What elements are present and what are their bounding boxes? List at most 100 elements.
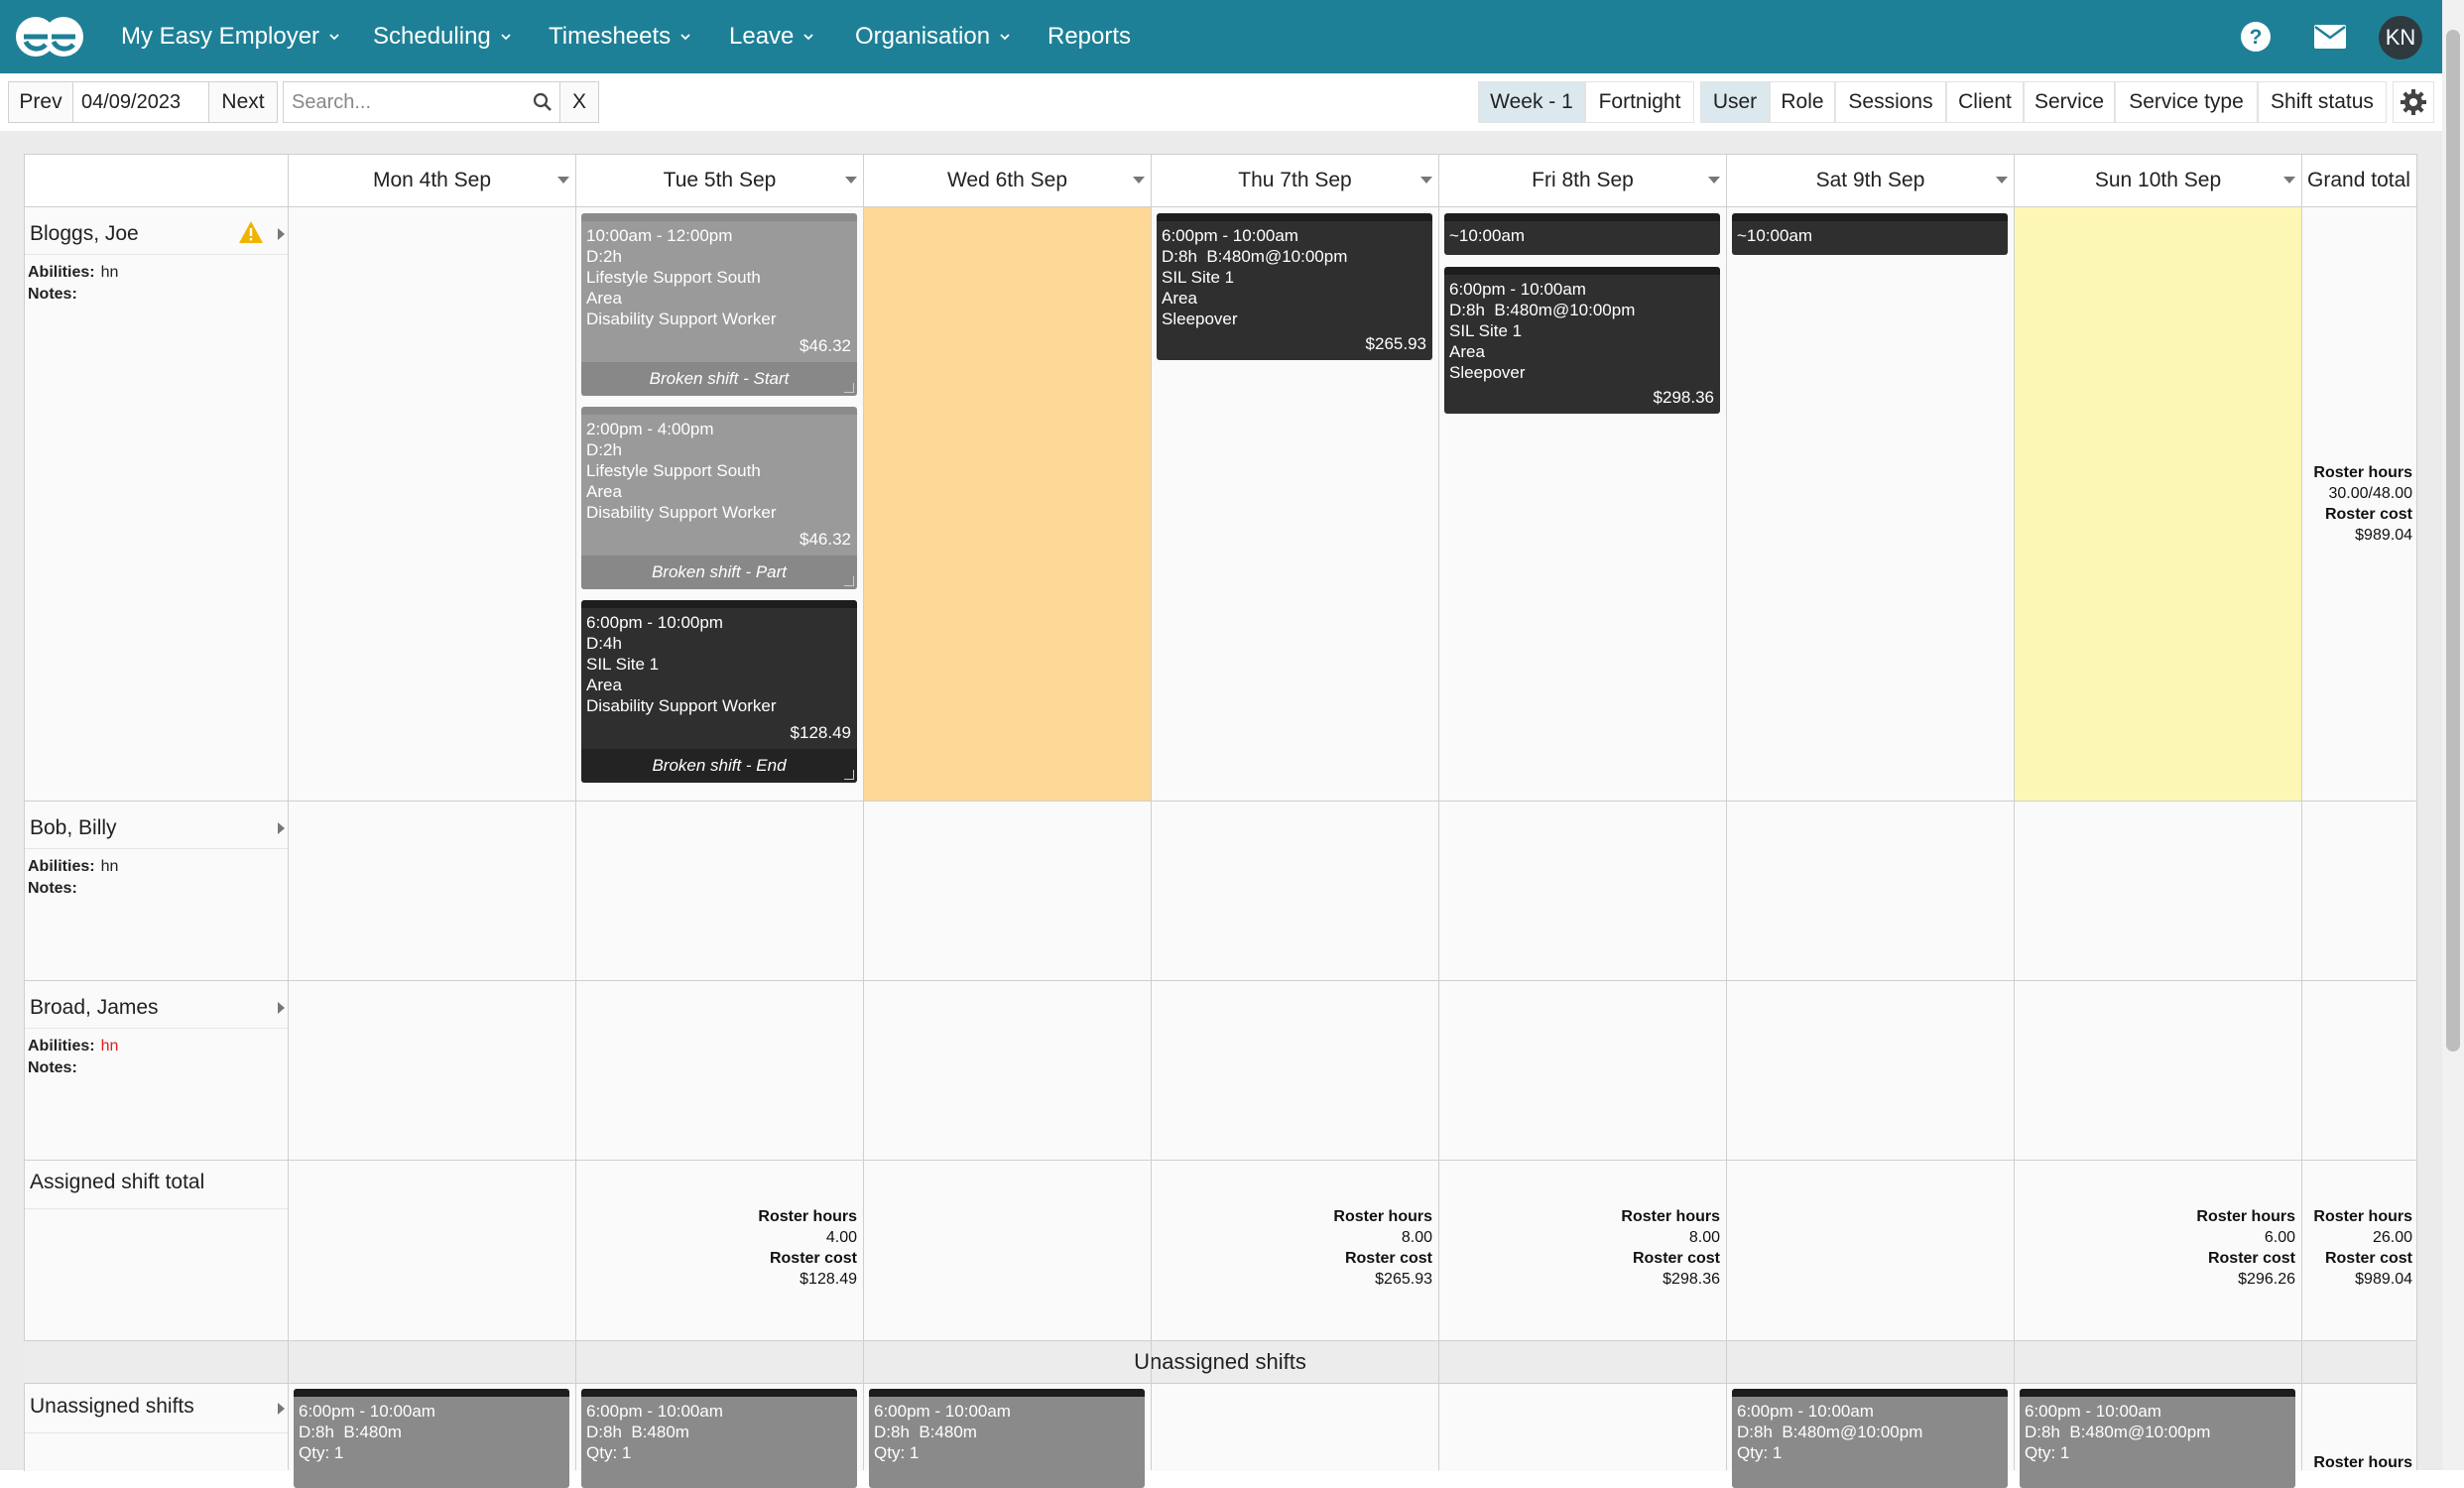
day-header[interactable]: Wed 6th Sep: [864, 155, 1151, 206]
resize-handle[interactable]: [844, 770, 854, 780]
shift-card[interactable]: ~10:00am: [1732, 213, 2008, 255]
prev-button[interactable]: Prev: [8, 81, 73, 123]
shift-card[interactable]: 10:00am - 12:00pm D:2h Lifestyle Support…: [581, 213, 857, 396]
unassigned-shifts-label: Unassigned shifts: [30, 1395, 194, 1418]
roster-hours-value: 30.00/48.00: [2328, 485, 2412, 502]
group-service-type-button[interactable]: Service type: [2115, 81, 2258, 123]
shift-card[interactable]: 6:00pm - 10:00am D:8h B:480m@10:00pm SIL…: [1444, 267, 1720, 414]
row-divider: [24, 801, 2416, 802]
user-name[interactable]: Bloggs, Joe: [30, 222, 139, 246]
column-divider: [863, 155, 864, 1470]
shift-details: ~10:00am: [1737, 226, 1813, 245]
column-divider: [2301, 155, 2302, 1470]
shift-cost: $265.93: [1365, 334, 1426, 353]
scrollbar-thumb[interactable]: [2446, 30, 2460, 1052]
day-header[interactable]: Sat 9th Sep: [1727, 155, 2014, 206]
nav-organisation[interactable]: Organisation: [855, 0, 1010, 73]
warning-icon[interactable]: [238, 220, 264, 249]
shift-details: 6:00pm - 10:00am D:8h B:480m@10:00pm Qty…: [2025, 1402, 2211, 1462]
dropdown-arrow-icon[interactable]: [1996, 177, 2008, 184]
group-client-button[interactable]: Client: [1946, 81, 2024, 123]
group-user-button[interactable]: User: [1700, 81, 1770, 123]
dropdown-arrow-icon[interactable]: [845, 177, 857, 184]
clear-search-button[interactable]: X: [559, 81, 599, 123]
roster-cost-label: Roster cost: [769, 1250, 857, 1267]
shift-card[interactable]: 6:00pm - 10:00am D:8h B:480m@10:00pm SIL…: [1157, 213, 1432, 360]
dropdown-arrow-icon[interactable]: [557, 177, 569, 184]
shift-details: 6:00pm - 10:00am D:8h B:480m Qty: 1: [299, 1402, 435, 1462]
mail-icon[interactable]: [2311, 0, 2349, 73]
nav-timesheets[interactable]: Timesheets: [549, 0, 690, 73]
row-divider: [24, 1160, 2416, 1161]
group-sessions-button[interactable]: Sessions: [1835, 81, 1946, 123]
abilities-caption: Abilities:: [28, 858, 95, 875]
abilities-value: hn: [100, 264, 119, 281]
nav-leave[interactable]: Leave: [729, 0, 814, 73]
expand-arrow-icon[interactable]: [278, 228, 285, 240]
user-avatar[interactable]: KN: [2379, 16, 2422, 60]
unassigned-shift-card[interactable]: 6:00pm - 10:00am D:8h B:480m@10:00pm Qty…: [2020, 1389, 2295, 1488]
date-input[interactable]: 04/09/2023: [72, 81, 209, 123]
unassigned-shift-card[interactable]: 6:00pm - 10:00am D:8h B:480m Qty: 1: [581, 1389, 857, 1488]
roster-hours-label: Roster hours: [2313, 1208, 2412, 1225]
unassigned-shift-card[interactable]: 6:00pm - 10:00am D:8h B:480m Qty: 1: [294, 1389, 569, 1488]
expand-arrow-icon[interactable]: [278, 822, 285, 834]
name-underline: [25, 1208, 288, 1209]
nav-reports[interactable]: Reports: [1047, 0, 1131, 73]
dropdown-arrow-icon[interactable]: [1420, 177, 1432, 184]
day-header[interactable]: Thu 7th Sep: [1152, 155, 1438, 206]
day-header[interactable]: Fri 8th Sep: [1439, 155, 1726, 206]
roster-hours-label: Roster hours: [2313, 464, 2412, 481]
next-button[interactable]: Next: [208, 81, 278, 123]
broken-shift-label: Broken shift - End: [581, 749, 857, 783]
abilities-label: Abilities: hn: [28, 1038, 118, 1055]
user-name[interactable]: Broad, James: [30, 996, 159, 1020]
broken-shift-label: Broken shift - Start: [581, 362, 857, 396]
assigned-total: Roster hours 8.00 Roster cost $265.93: [1153, 1206, 1432, 1290]
shift-card[interactable]: 6:00pm - 10:00pm D:4h SIL Site 1 Area Di…: [581, 600, 857, 783]
shift-card[interactable]: ~10:00am: [1444, 213, 1720, 255]
unassigned-shifts-header: Unassigned shifts: [24, 1340, 2416, 1384]
shift-card[interactable]: 2:00pm - 4:00pm D:2h Lifestyle Support S…: [581, 407, 857, 589]
shift-cost: $46.32: [800, 336, 851, 355]
assigned-total: Roster hours 8.00 Roster cost $298.36: [1440, 1206, 1720, 1290]
dropdown-arrow-icon[interactable]: [2283, 177, 2295, 184]
abilities-value: hn: [100, 1038, 119, 1054]
period-fortnight-button[interactable]: Fortnight: [1585, 81, 1694, 123]
day-header[interactable]: Tue 5th Sep: [576, 155, 863, 206]
resize-handle[interactable]: [844, 383, 854, 393]
roster-cost-label: Roster cost: [2324, 1250, 2412, 1267]
search-input[interactable]: Search...: [283, 81, 560, 123]
nav-my-easy-employer[interactable]: My Easy Employer: [121, 0, 339, 73]
ee-logo-icon[interactable]: [12, 12, 87, 62]
column-divider: [1438, 155, 1439, 1470]
dropdown-arrow-icon[interactable]: [1133, 177, 1145, 184]
group-role-button[interactable]: Role: [1770, 81, 1835, 123]
chevron-down-icon: [1000, 34, 1010, 41]
group-service-button[interactable]: Service: [2024, 81, 2115, 123]
dropdown-arrow-icon[interactable]: [1708, 177, 1720, 184]
notes-label: Notes:: [28, 880, 77, 897]
search-icon[interactable]: [532, 91, 554, 113]
day-header[interactable]: Sun 10th Sep: [2015, 155, 2301, 206]
broken-shift-label: Broken shift - Part: [581, 556, 857, 589]
expand-arrow-icon[interactable]: [278, 1403, 285, 1415]
roster-cost-label: Roster cost: [1344, 1250, 1432, 1267]
roster-hours-label: Roster hours: [1333, 1208, 1432, 1225]
expand-arrow-icon[interactable]: [278, 1002, 285, 1014]
row-divider: [24, 1340, 2416, 1341]
group-shift-status-button[interactable]: Shift status: [2258, 81, 2387, 123]
day-header[interactable]: Mon 4th Sep: [289, 155, 575, 206]
resize-handle[interactable]: [844, 576, 854, 586]
unassigned-shift-card[interactable]: 6:00pm - 10:00am D:8h B:480m Qty: 1: [869, 1389, 1145, 1488]
help-icon[interactable]: ?: [2238, 0, 2274, 73]
roster-cost-value: $296.26: [2238, 1271, 2295, 1288]
unassigned-shift-card[interactable]: 6:00pm - 10:00am D:8h B:480m@10:00pm Qty…: [1732, 1389, 2008, 1488]
user-name[interactable]: Bob, Billy: [30, 816, 117, 840]
nav-scheduling[interactable]: Scheduling: [373, 0, 511, 73]
name-underline: [25, 254, 288, 255]
shift-details: ~10:00am: [1449, 226, 1526, 245]
row-divider: [24, 206, 2416, 207]
settings-button[interactable]: [2393, 81, 2434, 123]
period-week-button[interactable]: Week - 1: [1478, 81, 1585, 123]
